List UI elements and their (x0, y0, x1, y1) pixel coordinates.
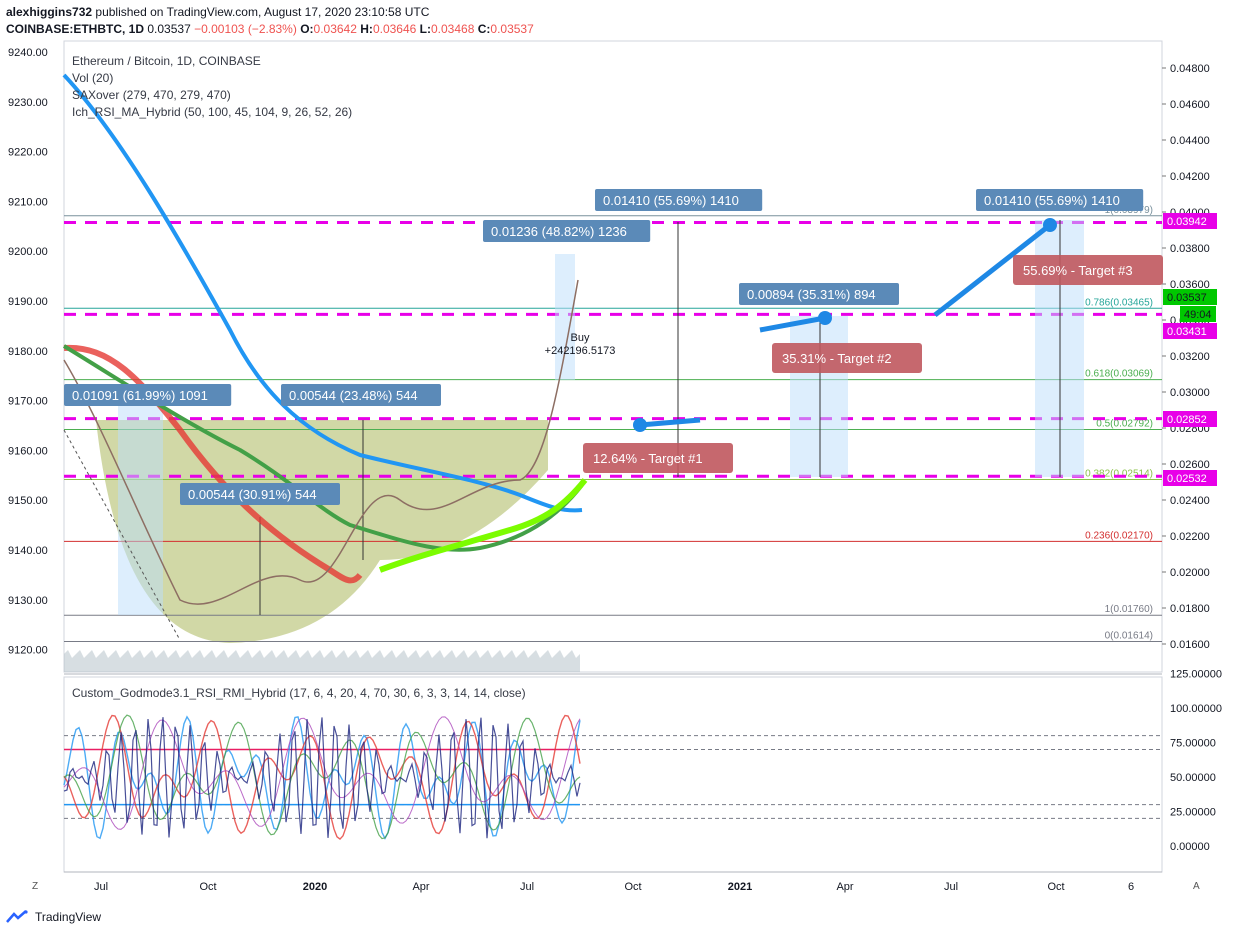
oscillator-axis-tick: 125.00000 (1170, 669, 1222, 681)
left-axis-tick: 9120.00 (8, 645, 48, 657)
target-callout-label: 12.64% - Target #1 (593, 451, 703, 466)
left-axis-tick: 9130.00 (8, 595, 48, 607)
right-axis-tick: 0.03000 (1170, 387, 1210, 399)
oscillator-axis-tick: 75.00000 (1170, 738, 1216, 750)
price-chart[interactable]: 9240.00 9230.00 9220.00 9210.00 9200.00 9190.… (0, 0, 1238, 937)
right-axis-tick: 0.01800 (1170, 603, 1210, 615)
zoom-button[interactable]: Z (32, 881, 38, 892)
fib-level-label: 0.382(0.02514) (1085, 468, 1153, 479)
price-badge-label: 0.03431 (1167, 326, 1207, 338)
chart-title: Ethereum / Bitcoin, 1D, COINBASE (72, 54, 261, 68)
right-axis-tick: 0.04400 (1170, 135, 1210, 147)
fib-level-label: 1(0.01760) (1105, 604, 1153, 615)
right-axis-tick: 0.02400 (1170, 495, 1210, 507)
measure-range-box (790, 316, 848, 477)
left-axis-tick: 9160.00 (8, 445, 48, 457)
target-callout-label: 35.31% - Target #2 (782, 351, 892, 366)
time-axis-tick: Jul (944, 881, 958, 893)
measure-label: 0.01091 (61.99%) 1091 (72, 388, 208, 403)
tradingview-brand: TradingView (35, 910, 102, 924)
right-axis-tick: 0.04600 (1170, 99, 1210, 111)
oscillator-axis-tick: 0.00000 (1170, 841, 1210, 853)
time-axis-tick: 2020 (303, 881, 327, 893)
measure-label: 0.00544 (23.48%) 544 (289, 388, 418, 403)
left-axis-tick: 9170.00 (8, 396, 48, 408)
time-axis-tick: Jul (94, 881, 108, 893)
legend-hybrid[interactable]: Ich_RSI_MA_Hybrid (50, 100, 45, 104, 9, … (72, 105, 352, 119)
measure-label: 0.01410 (55.69%) 1410 (984, 193, 1120, 208)
legend-oscillator[interactable]: Custom_Godmode3.1_RSI_RMI_Hybrid (17, 6,… (72, 686, 526, 700)
price-badge-label: 49:04 (1184, 309, 1212, 321)
right-axis-tick: 0.01600 (1170, 639, 1210, 651)
left-axis-tick: 9210.00 (8, 196, 48, 208)
oscillator-axis-tick: 25.00000 (1170, 807, 1216, 819)
left-axis-tick: 9190.00 (8, 296, 48, 308)
time-axis-tick: Apr (412, 881, 429, 893)
price-badge-label: 0.02532 (1167, 473, 1207, 485)
right-axis-tick: 0.03200 (1170, 351, 1210, 363)
buy-signal-value: +242196.5173 (545, 345, 616, 357)
fib-level-label: 0(0.01614) (1105, 630, 1153, 641)
auto-scale-button[interactable]: A (1193, 881, 1200, 892)
price-badge-label: 0.02852 (1167, 414, 1207, 426)
measure-label: 0.01410 (55.69%) 1410 (603, 193, 739, 208)
left-axis-tick: 9220.00 (8, 147, 48, 159)
target-arrow-head (1043, 218, 1057, 232)
time-axis-tick: Oct (624, 881, 641, 893)
oscillator-axis-tick: 100.00000 (1170, 703, 1222, 715)
left-axis-tick: 9180.00 (8, 346, 48, 358)
target-arrow-head (818, 311, 832, 325)
oscillator-axis-tick: 50.00000 (1170, 772, 1216, 784)
right-axis-tick: 0.04200 (1170, 171, 1210, 183)
left-axis-tick: 9200.00 (8, 246, 48, 258)
legend-saxover[interactable]: SAXover (279, 470, 279, 470) (72, 88, 231, 102)
target-callout-label: 55.69% - Target #3 (1023, 263, 1133, 278)
time-axis-tick: 2021 (728, 881, 752, 893)
tradingview-logo[interactable]: TradingView (6, 910, 101, 924)
right-axis-tick: 0.02200 (1170, 531, 1210, 543)
right-axis-tick: 0.02600 (1170, 459, 1210, 471)
buy-signal-label: Buy (571, 332, 590, 344)
right-axis-tick: 0.03800 (1170, 243, 1210, 255)
target-arrow-head (633, 418, 647, 432)
tradingview-logo-icon (6, 910, 28, 923)
time-axis-tick: Oct (199, 881, 216, 893)
right-axis-tick: 0.04800 (1170, 63, 1210, 75)
time-axis-tick: Apr (836, 881, 853, 893)
time-axis-tick: Oct (1047, 881, 1064, 893)
price-badge-label: 0.03942 (1167, 216, 1207, 228)
left-axis-tick: 9240.00 (8, 47, 48, 59)
measure-label: 0.00894 (35.31%) 894 (747, 287, 876, 302)
fib-level-label: 0.236(0.02170) (1085, 530, 1153, 541)
left-axis-tick: 9230.00 (8, 97, 48, 109)
legend-volume[interactable]: Vol (20) (72, 71, 113, 85)
fib-level-label: 0.786(0.03465) (1085, 297, 1153, 308)
left-axis-tick: 9150.00 (8, 495, 48, 507)
measure-label: 0.01236 (48.82%) 1236 (491, 224, 627, 239)
right-axis-tick: 0.02000 (1170, 567, 1210, 579)
time-axis-tick: Jul (520, 881, 534, 893)
time-axis-tick: 6 (1128, 881, 1134, 893)
measure-label: 0.00544 (30.91%) 544 (188, 487, 317, 502)
measure-range-box (118, 400, 163, 615)
price-badge-label: 0.03537 (1167, 292, 1207, 304)
left-axis-tick: 9140.00 (8, 545, 48, 557)
fib-level-label: 0.618(0.03069) (1085, 369, 1153, 380)
